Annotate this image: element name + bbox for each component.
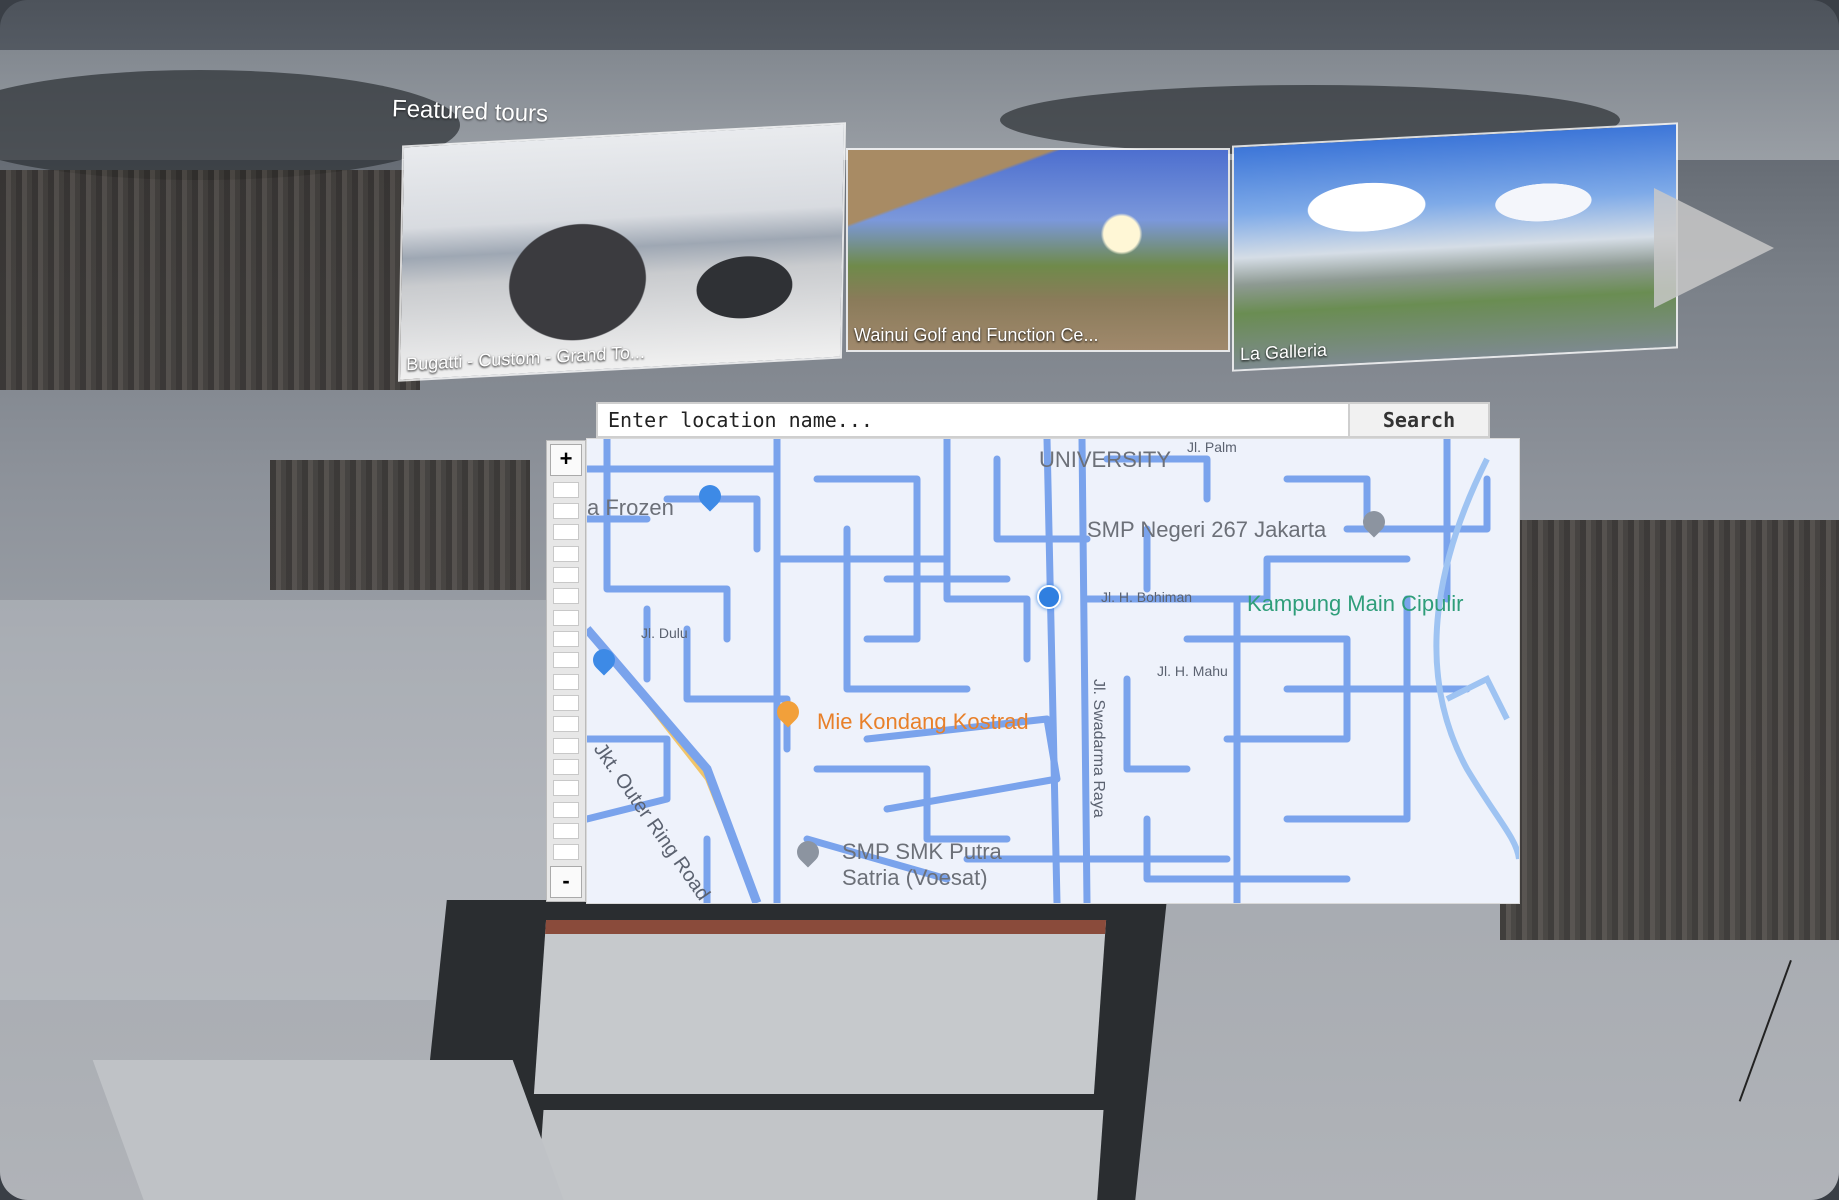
map-street-label: Jl. Palm xyxy=(1187,439,1237,455)
map-label-smk: SMP SMK Putra xyxy=(842,839,1002,864)
map-label-kampung: Kampung Main Cipulir xyxy=(1247,591,1464,616)
zoom-level-step[interactable] xyxy=(553,609,579,626)
zoom-level-step[interactable] xyxy=(553,673,579,690)
map-label-smk-line2: Satria (Voesat) xyxy=(842,865,988,890)
map-label-frozen: a Frozen xyxy=(587,495,674,520)
tour-thumbnail xyxy=(400,124,844,380)
zoom-level-step[interactable] xyxy=(553,780,579,797)
next-arrow-icon[interactable] xyxy=(1654,188,1774,308)
zoom-level-step[interactable] xyxy=(553,652,579,669)
tour-card-bugatti[interactable]: Bugatti - Custom - Grand To... xyxy=(397,122,847,382)
forest-right xyxy=(1500,520,1839,940)
zoom-level-step[interactable] xyxy=(553,481,579,498)
street-map[interactable]: UNIVERSITY Jl. Palm a Frozen SMP Negeri … xyxy=(586,438,1520,904)
zoom-level-step[interactable] xyxy=(553,758,579,775)
featured-tours-title: Featured tours xyxy=(391,95,549,128)
ski-lift-pole xyxy=(1738,960,1792,1102)
map-street-label: Jl. H. Bohiman xyxy=(1101,589,1193,605)
map-label-mie-kondang: Mie Kondang Kostrad xyxy=(817,709,1029,734)
zoom-level-step[interactable] xyxy=(553,630,579,647)
map-label-university: UNIVERSITY xyxy=(1039,447,1172,472)
map-label-smp: SMP Negeri 267 Jakarta xyxy=(1087,517,1327,542)
tour-card-la-galleria[interactable]: La Galleria xyxy=(1232,122,1678,372)
tour-label: Wainui Golf and Function Ce... xyxy=(854,325,1099,345)
location-search-bar: Search xyxy=(596,402,1490,438)
map-roads xyxy=(587,439,1519,903)
featured-tours-carousel: Bugatti - Custom - Grand To... Wainui Go… xyxy=(397,122,1678,382)
zoom-level-step[interactable] xyxy=(553,737,579,754)
zoom-level-step[interactable] xyxy=(553,844,579,861)
zoom-level-step[interactable] xyxy=(553,545,579,562)
tour-thumbnail xyxy=(1234,124,1676,370)
zoom-level-step[interactable] xyxy=(553,716,579,733)
zoom-slider[interactable] xyxy=(553,479,579,863)
location-search-input[interactable] xyxy=(598,404,1348,436)
map-road-label: Jl. Swadarma Raya xyxy=(1090,679,1107,818)
zoom-level-step[interactable] xyxy=(553,566,579,583)
current-location-icon[interactable] xyxy=(1037,585,1061,609)
zoom-out-button[interactable]: - xyxy=(550,866,582,898)
map-street-label: Jl. H. Mahu xyxy=(1157,663,1228,679)
map-street-label: Jl. Dulu xyxy=(641,625,688,641)
forest-mid xyxy=(270,460,530,590)
zoom-level-step[interactable] xyxy=(553,694,579,711)
lodge-roof xyxy=(92,1060,568,1200)
zoom-in-button[interactable]: + xyxy=(550,444,582,476)
zoom-level-step[interactable] xyxy=(553,502,579,519)
zoom-level-step[interactable] xyxy=(553,822,579,839)
map-zoom-control: + - xyxy=(546,440,586,902)
zoom-level-step[interactable] xyxy=(553,801,579,818)
lodge-roof xyxy=(536,1110,1104,1200)
zoom-level-step[interactable] xyxy=(553,588,579,605)
tour-thumbnail xyxy=(848,150,1228,350)
lodge-roof xyxy=(533,920,1107,1094)
search-button[interactable]: Search xyxy=(1348,404,1488,436)
forest-left xyxy=(0,170,420,390)
zoom-level-step[interactable] xyxy=(553,524,579,541)
tour-card-wainui[interactable]: Wainui Golf and Function Ce... xyxy=(846,148,1230,352)
